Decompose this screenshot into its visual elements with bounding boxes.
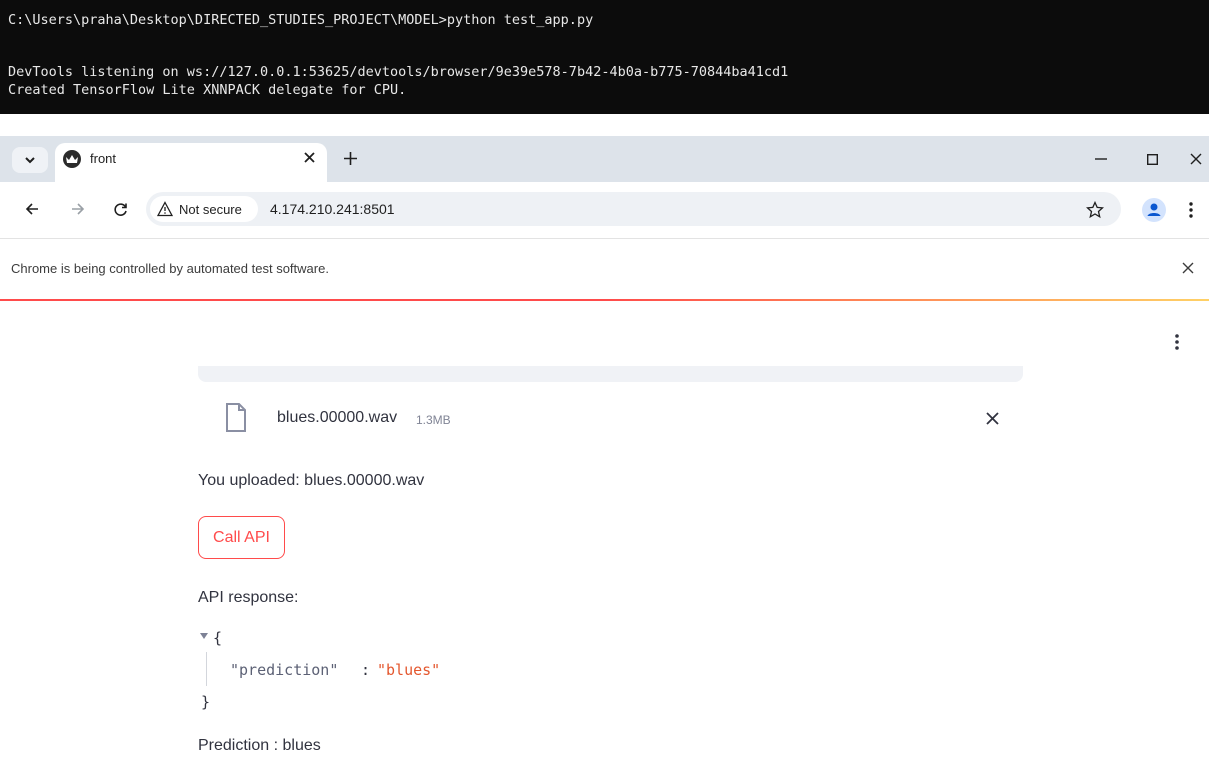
arrow-right-icon	[72, 203, 85, 215]
file-icon	[226, 403, 246, 432]
minimize-button[interactable]	[1085, 146, 1117, 172]
infobar-message: Chrome is being controlled by automated …	[11, 261, 329, 276]
api-response-label: API response:	[198, 589, 299, 606]
json-indent-guide	[206, 652, 207, 686]
reload-button[interactable]	[107, 196, 133, 222]
browser-menu-button[interactable]	[1186, 197, 1196, 223]
bookmark-star-button[interactable]	[1082, 197, 1108, 223]
reload-icon	[113, 202, 127, 216]
close-window-button[interactable]	[1180, 146, 1209, 172]
json-close-brace: }	[201, 693, 211, 711]
more-vert-icon	[1175, 334, 1179, 350]
terminal-output-line: Created TensorFlow Lite XNNPACK delegate…	[8, 82, 407, 98]
app-main-menu-button[interactable]	[1168, 330, 1186, 354]
profile-avatar-button[interactable]	[1142, 198, 1166, 222]
streamlit-header-decoration	[0, 299, 1209, 301]
terminal-command-line: C:\Users\praha\Desktop\DIRECTED_STUDIES_…	[8, 12, 594, 28]
uploaded-file-size: 1.3MB	[416, 413, 451, 427]
call-api-button[interactable]: Call API	[198, 516, 285, 559]
back-button[interactable]	[19, 196, 45, 222]
close-icon	[303, 151, 315, 163]
person-icon	[1147, 203, 1161, 216]
new-tab-button[interactable]	[337, 145, 363, 171]
warning-triangle-icon	[157, 201, 173, 217]
maximize-button[interactable]	[1136, 146, 1168, 172]
more-vert-icon	[1189, 202, 1193, 218]
window-gap	[0, 114, 1209, 136]
tab-title: front	[90, 151, 117, 166]
minimize-icon	[1095, 158, 1107, 160]
maximize-icon	[1146, 153, 1158, 165]
tab-close-button[interactable]	[298, 145, 320, 169]
uploaded-file-name: blues.00000.wav	[277, 409, 398, 426]
tab-search-button[interactable]	[12, 147, 48, 173]
forward-button[interactable]	[65, 196, 91, 222]
streamlit-favicon-icon	[63, 150, 81, 168]
security-label: Not secure	[179, 202, 242, 217]
upload-confirmation-text: You uploaded: blues.00000.wav	[198, 472, 425, 489]
url-text[interactable]: 4.174.210.241:8501	[270, 201, 395, 217]
terminal-output-line: DevTools listening on ws://127.0.0.1:536…	[8, 64, 789, 80]
chevron-down-icon	[25, 157, 35, 164]
close-icon	[1182, 262, 1194, 274]
prediction-result-text: Prediction : blues	[198, 737, 321, 754]
remove-file-button[interactable]	[980, 406, 1004, 430]
star-icon	[1086, 201, 1104, 219]
json-value-prediction: "blues"	[377, 661, 441, 679]
json-collapse-toggle[interactable]	[200, 633, 208, 639]
plus-icon	[343, 151, 357, 165]
arrow-left-icon	[25, 203, 38, 215]
file-dropzone[interactable]	[198, 366, 1023, 382]
close-icon	[1190, 153, 1202, 165]
json-open-brace: {	[213, 629, 223, 647]
infobar-close-button[interactable]	[1176, 256, 1200, 280]
json-key-prediction: "prediction"	[230, 661, 339, 679]
terminal-window: C:\Users\praha\Desktop\DIRECTED_STUDIES_…	[0, 0, 1209, 114]
json-colon: :	[361, 661, 371, 679]
close-icon	[985, 411, 999, 425]
